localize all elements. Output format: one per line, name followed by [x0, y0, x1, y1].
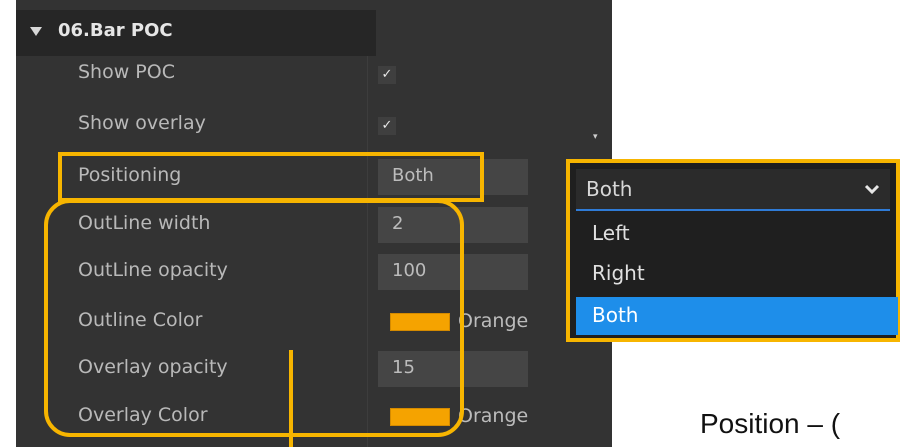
section-title: 06.Bar POC	[58, 20, 173, 41]
option-right-text: Right	[592, 261, 645, 285]
dropdown-option-both[interactable]: Both	[576, 297, 898, 335]
option-both-text: Both	[592, 303, 639, 327]
show-overlay-checkbox[interactable]: ✓	[378, 117, 396, 135]
positioning-highlight	[58, 152, 484, 202]
small-chevron-icon: ▾	[593, 132, 598, 142]
show-poc-checkbox[interactable]: ✓	[378, 66, 396, 84]
dropdown-option-right[interactable]: Right	[576, 255, 898, 293]
show-overlay-label: Show overlay	[78, 112, 206, 134]
outline-settings-highlight	[44, 199, 464, 437]
row-show-overlay: Show overlay ✓	[16, 101, 612, 149]
dropdown-option-left[interactable]: Left	[576, 215, 898, 253]
dropdown-selected[interactable]: Both	[576, 169, 890, 211]
caption-text: Position – (	[700, 408, 841, 439]
chevron-down-icon[interactable]	[862, 179, 882, 199]
outline-color-name: Orange	[458, 310, 529, 332]
option-left-text: Left	[592, 221, 630, 245]
overlay-color-name: Orange	[458, 405, 529, 427]
positioning-dropdown[interactable]: Both Left Right Both	[566, 159, 900, 342]
annotation-pointer-line	[289, 350, 293, 447]
show-poc-label: Show POC	[78, 61, 175, 83]
row-show-poc: Show POC ✓	[16, 50, 612, 98]
collapse-caret-icon[interactable]	[30, 27, 42, 36]
dropdown-selected-text: Both	[586, 177, 633, 201]
